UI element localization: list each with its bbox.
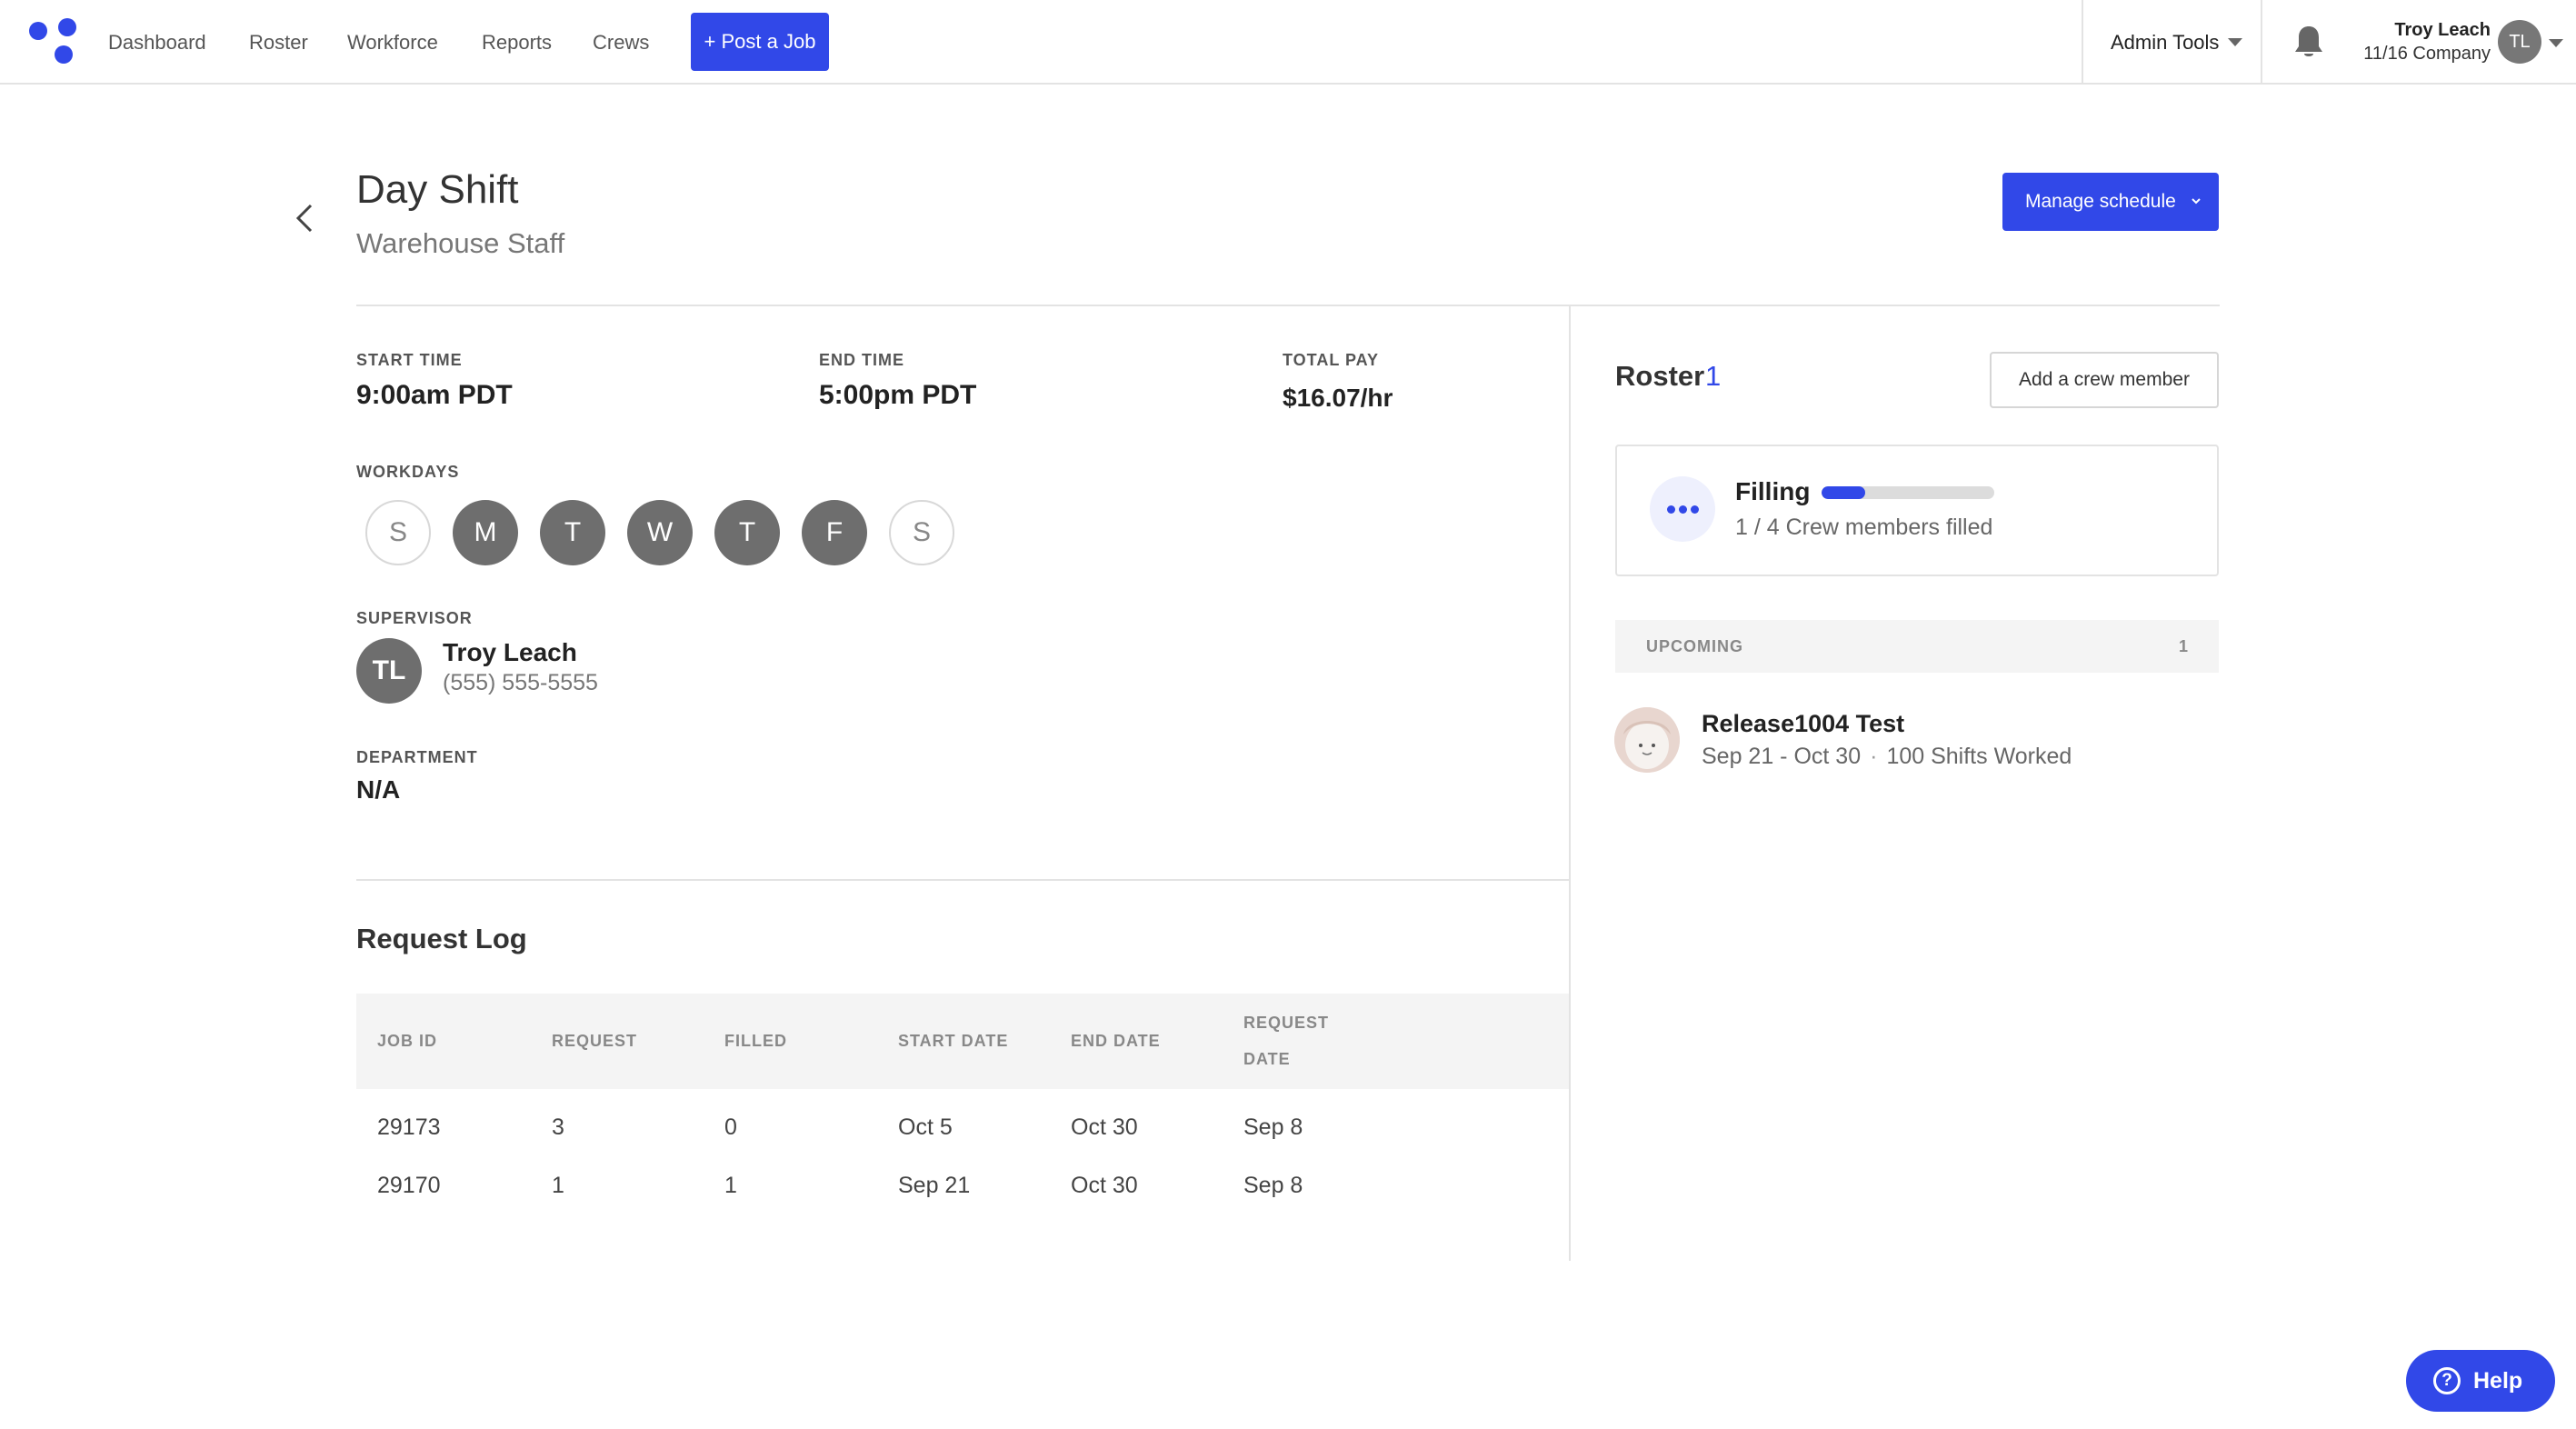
cell-job-id: 29173 bbox=[377, 1114, 441, 1140]
department-label: DEPARTMENT bbox=[356, 748, 478, 766]
add-crew-member-button[interactable]: Add a crew member bbox=[1990, 352, 2219, 408]
cell-filled: 0 bbox=[724, 1114, 737, 1140]
workday-tuesday: T bbox=[540, 500, 605, 565]
request-log-title: Request Log bbox=[356, 923, 527, 954]
cell-request-date: Sep 8 bbox=[1243, 1114, 1303, 1140]
question-icon: ? bbox=[2433, 1367, 2461, 1394]
worker-shifts: 100 Shifts Worked bbox=[1886, 744, 2072, 769]
cell-end-date: Oct 30 bbox=[1071, 1114, 1138, 1140]
filling-status-label: Filling bbox=[1735, 477, 1811, 505]
workday-saturday: S bbox=[889, 500, 954, 565]
worker-meta: Sep 21 - Oct 30 · 100 Shifts Worked bbox=[1702, 744, 2072, 770]
column-header: JOB ID bbox=[377, 1032, 438, 1050]
help-button[interactable]: ? Help bbox=[2406, 1350, 2555, 1412]
caret-down-icon[interactable] bbox=[2549, 39, 2563, 47]
upcoming-count: 1 bbox=[2178, 637, 2188, 655]
cell-filled: 1 bbox=[724, 1173, 737, 1198]
post-job-button[interactable]: + Post a Job bbox=[691, 13, 829, 71]
column-header: REQUEST DATE bbox=[1243, 1014, 1330, 1068]
back-arrow-icon[interactable] bbox=[293, 202, 316, 235]
help-label: Help bbox=[2473, 1368, 2523, 1394]
end-time-value: 5:00pm PDT bbox=[819, 380, 977, 410]
column-header: START DATE bbox=[898, 1032, 1009, 1050]
manage-schedule-button[interactable]: Manage schedule bbox=[2002, 173, 2219, 231]
nav-workforce[interactable]: Workforce bbox=[347, 0, 438, 85]
nav-dashboard[interactable]: Dashboard bbox=[108, 0, 206, 85]
start-time-label: START TIME bbox=[356, 351, 463, 369]
admin-tools-label: Admin Tools bbox=[2111, 31, 2220, 54]
workday-monday: M bbox=[453, 500, 518, 565]
nav-divider bbox=[2261, 0, 2262, 85]
supervisor-avatar: TL bbox=[356, 638, 422, 704]
supervisor-name: Troy Leach bbox=[443, 638, 577, 666]
nav-crews[interactable]: Crews bbox=[593, 0, 649, 85]
supervisor-label: SUPERVISOR bbox=[356, 609, 473, 627]
cell-request: 3 bbox=[552, 1114, 564, 1140]
nav-roster[interactable]: Roster bbox=[249, 0, 308, 85]
page-title: Day Shift bbox=[356, 167, 519, 212]
page-subtitle: Warehouse Staff bbox=[356, 227, 565, 259]
nav-reports[interactable]: Reports bbox=[482, 0, 552, 85]
cell-end-date: Oct 30 bbox=[1071, 1173, 1138, 1198]
filling-progress-bar bbox=[1822, 486, 1994, 499]
filling-progress-fill bbox=[1822, 486, 1865, 499]
workday-wednesday: W bbox=[627, 500, 693, 565]
roster-title: Roster bbox=[1615, 360, 1705, 392]
column-header: REQUEST bbox=[552, 1032, 638, 1050]
start-time-value: 9:00am PDT bbox=[356, 380, 513, 410]
workday-sunday: S bbox=[365, 500, 431, 565]
column-header: END DATE bbox=[1071, 1032, 1161, 1050]
logo[interactable] bbox=[27, 18, 82, 65]
supervisor-phone: (555) 555-5555 bbox=[443, 670, 598, 695]
divider bbox=[356, 879, 1569, 881]
top-nav: Dashboard Roster Workforce Reports Crews… bbox=[0, 0, 2576, 85]
ellipsis-icon bbox=[1650, 476, 1715, 542]
user-name: Troy Leach bbox=[2394, 20, 2491, 40]
workdays-label: WORKDAYS bbox=[356, 463, 460, 481]
user-avatar[interactable]: TL bbox=[2498, 20, 2541, 64]
roster-count: 1 bbox=[1705, 360, 1722, 392]
manage-schedule-label: Manage schedule bbox=[2025, 191, 2176, 212]
filled-count-text: 1 / 4 Crew members filled bbox=[1735, 515, 1993, 540]
upcoming-label: UPCOMING bbox=[1646, 637, 1743, 655]
bell-icon[interactable] bbox=[2292, 24, 2325, 60]
cell-start-date: Oct 5 bbox=[898, 1114, 953, 1140]
total-pay-label: TOTAL PAY bbox=[1283, 351, 1380, 369]
workday-thursday: T bbox=[714, 500, 780, 565]
chevron-down-icon bbox=[2192, 198, 2201, 205]
cell-start-date: Sep 21 bbox=[898, 1173, 971, 1198]
worker-name[interactable]: Release1004 Test bbox=[1702, 710, 1904, 738]
filling-status-card: Filling 1 / 4 Crew members filled bbox=[1615, 445, 2219, 576]
column-divider bbox=[1569, 306, 1571, 1261]
department-value: N/A bbox=[356, 775, 401, 804]
workday-friday: F bbox=[802, 500, 867, 565]
nav-divider bbox=[2082, 0, 2083, 85]
table-header: JOB ID REQUEST FILLED START DATE END DAT… bbox=[356, 994, 1569, 1089]
user-company: 11/16 Company bbox=[2363, 44, 2491, 64]
total-pay-value: $16.07/hr bbox=[1283, 384, 1393, 412]
user-menu[interactable]: Troy Leach 11/16 Company bbox=[2363, 18, 2491, 65]
admin-tools-dropdown[interactable]: Admin Tools bbox=[2111, 0, 2243, 85]
cell-request: 1 bbox=[552, 1173, 564, 1198]
cell-request-date: Sep 8 bbox=[1243, 1173, 1303, 1198]
worker-dates: Sep 21 - Oct 30 bbox=[1702, 744, 1862, 769]
column-header: FILLED bbox=[724, 1032, 787, 1050]
cell-job-id: 29170 bbox=[377, 1173, 441, 1198]
worker-avatar[interactable] bbox=[1614, 707, 1680, 773]
upcoming-section-header: UPCOMING 1 bbox=[1615, 620, 2219, 673]
end-time-label: END TIME bbox=[819, 351, 905, 369]
caret-down-icon bbox=[2228, 37, 2243, 46]
separator-dot: · bbox=[1870, 744, 1878, 769]
divider bbox=[356, 305, 2220, 306]
